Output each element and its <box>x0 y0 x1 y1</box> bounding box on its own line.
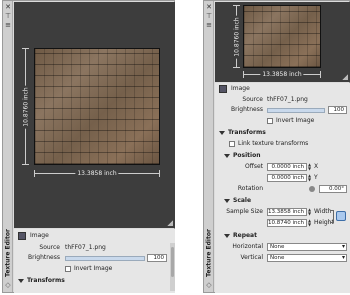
brightness-input[interactable]: 100 <box>328 106 347 114</box>
scrollbar-thumb[interactable] <box>171 247 174 277</box>
collapse-triangle-icon <box>224 198 230 203</box>
collapse-triangle-icon <box>224 233 230 238</box>
transforms-header-label: Transforms <box>228 129 266 136</box>
source-value[interactable]: thFF07_1.png <box>267 95 308 105</box>
brightness-row: Brightness 100 <box>14 253 175 263</box>
invert-row: Invert Image <box>14 264 175 274</box>
position-header[interactable]: Position <box>215 151 350 161</box>
panel-title: Texture Editor <box>4 229 12 277</box>
transforms-header[interactable]: Transforms <box>14 276 175 286</box>
image-section-header: Image <box>215 84 350 94</box>
resize-icon[interactable]: ◇ <box>205 281 213 289</box>
collapse-triangle-icon <box>18 278 24 283</box>
source-value[interactable]: thFF07_1.png <box>65 243 106 253</box>
brightness-slider[interactable] <box>65 256 145 261</box>
invert-label: Invert Image <box>276 117 315 124</box>
repeat-horizontal-row: Horizontal None <box>215 242 350 252</box>
image-section-header: Image <box>14 231 175 241</box>
collapse-triangle-icon <box>224 153 230 158</box>
source-row: Source thFF07_1.png <box>14 243 175 253</box>
invert-label: Invert Image <box>74 265 113 272</box>
side-strip: ✕ ⊤ ≡ Texture Editor ◇ <box>204 1 214 292</box>
properties-pane: Image Source thFF07_1.png Brightness 100… <box>14 229 175 293</box>
properties-scrollbar[interactable] <box>170 243 175 291</box>
rotation-row: Rotation 0.00° <box>215 184 350 194</box>
offset-x-spinner[interactable]: ▲ ▼ <box>308 163 312 171</box>
collapse-triangle-icon <box>219 130 225 135</box>
close-icon[interactable]: ✕ <box>4 3 12 11</box>
vertical-label: Vertical <box>240 254 263 261</box>
scale-width-spinner[interactable]: ▲ ▼ <box>308 208 312 216</box>
offset-label: Offset <box>244 163 263 170</box>
close-icon[interactable]: ✕ <box>205 3 213 11</box>
link-transforms-label: Link texture transforms <box>238 140 309 147</box>
height-dimension: 10.8760 inch <box>22 48 29 165</box>
properties-pane: Image Source thFF07_1.png Brightness 100… <box>215 83 350 293</box>
viewport-resize-grip[interactable] <box>342 74 348 80</box>
scale-header[interactable]: Scale <box>215 196 350 206</box>
rotation-input[interactable]: 0.00° <box>319 185 347 193</box>
link-transforms-row: Link texture transforms <box>215 139 350 149</box>
invert-row: Invert Image <box>215 116 350 126</box>
aspect-bracket <box>330 210 334 223</box>
position-header-label: Position <box>233 152 261 159</box>
resize-icon[interactable]: ◇ <box>4 281 12 289</box>
texture-viewport[interactable]: 10.8760 inch 13.3858 inch <box>14 2 175 228</box>
menu-icon[interactable]: ≡ <box>4 21 12 29</box>
sample-size-label: Sample Size <box>226 208 263 215</box>
repeat-header[interactable]: Repeat <box>215 231 350 241</box>
image-header-label: Image <box>30 232 49 239</box>
texture-viewport[interactable]: 10.8760 inch 13.3858 inch <box>215 2 350 82</box>
scale-width-input[interactable]: 13.3858 inch <box>267 208 307 216</box>
transforms-header[interactable]: Transforms <box>215 128 350 138</box>
lock-aspect-button[interactable] <box>336 211 346 221</box>
viewport-resize-grip[interactable] <box>167 220 173 226</box>
scale-header-label: Scale <box>233 197 252 204</box>
texture-editor-panel-right: ✕ ⊤ ≡ Texture Editor ◇ 10.8760 inch 13.3… <box>203 0 350 293</box>
menu-icon[interactable]: ≡ <box>205 21 213 29</box>
transforms-header-label: Transforms <box>27 277 65 284</box>
brightness-row: Brightness 100 <box>215 105 350 115</box>
source-row: Source thFF07_1.png <box>215 95 350 105</box>
scale-height-input[interactable]: 10.8740 inch <box>267 219 307 227</box>
x-label: X <box>314 163 319 170</box>
height-dimension: 10.8760 inch <box>233 5 240 68</box>
repeat-vertical-select[interactable]: None <box>267 254 347 262</box>
pin-icon[interactable]: ⊤ <box>205 12 213 20</box>
source-label: Source <box>242 96 263 103</box>
panel-title: Texture Editor <box>205 229 213 277</box>
width-label: Width <box>314 208 332 215</box>
horizontal-label: Horizontal <box>232 243 263 250</box>
brightness-slider[interactable] <box>267 108 325 113</box>
image-header-label: Image <box>231 85 250 92</box>
image-icon <box>18 232 26 240</box>
repeat-horizontal-select[interactable]: None <box>267 243 347 251</box>
offset-x-row: Offset 0.0000 inch ▲ ▼ X <box>215 162 350 172</box>
invert-checkbox[interactable] <box>267 118 273 124</box>
texture-preview <box>243 5 321 68</box>
offset-y-input[interactable]: 0.0000 inch <box>267 174 307 182</box>
offset-y-row: 0.0000 inch ▲ ▼ Y <box>215 173 350 183</box>
link-transforms-checkbox[interactable] <box>229 141 235 147</box>
invert-checkbox[interactable] <box>65 266 71 272</box>
brightness-input[interactable]: 100 <box>147 254 167 262</box>
width-dimension: 13.3858 inch <box>243 71 321 78</box>
source-label: Source <box>39 244 60 251</box>
rotation-label: Rotation <box>237 185 263 192</box>
offset-x-input[interactable]: 0.0000 inch <box>267 163 307 171</box>
pin-icon[interactable]: ⊤ <box>4 12 12 20</box>
image-icon <box>219 85 227 93</box>
repeat-vertical-row: Vertical None <box>215 253 350 263</box>
offset-y-spinner[interactable]: ▲ ▼ <box>308 174 312 182</box>
rotation-dial-icon[interactable] <box>309 186 315 192</box>
brightness-label: Brightness <box>231 106 263 113</box>
width-dimension: 13.3858 inch <box>34 170 160 177</box>
texture-preview <box>34 48 160 165</box>
repeat-header-label: Repeat <box>233 232 257 239</box>
brightness-label: Brightness <box>28 254 60 261</box>
scale-height-spinner[interactable]: ▲ ▼ <box>308 219 312 227</box>
y-label: Y <box>314 174 318 181</box>
side-strip: ✕ ⊤ ≡ Texture Editor ◇ <box>3 1 13 292</box>
texture-editor-panel-left: ✕ ⊤ ≡ Texture Editor ◇ 10.8760 inch 13.3… <box>2 0 175 293</box>
